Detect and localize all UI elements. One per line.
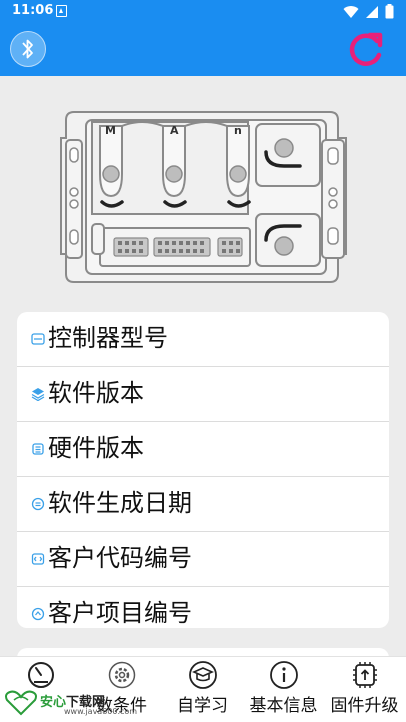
status-icons xyxy=(343,4,394,19)
port-label-m: M xyxy=(105,124,116,137)
watermark-url: www.java800.com xyxy=(64,707,138,716)
gear-icon xyxy=(108,661,136,689)
info-row-software-build-date[interactable]: 软件生成日期 xyxy=(17,477,389,532)
info-row-controller-model[interactable]: 控制器型号 xyxy=(17,312,389,367)
port-label-a: A xyxy=(170,124,179,137)
refresh-button[interactable] xyxy=(346,30,386,70)
hardware-icon xyxy=(32,443,44,455)
watermark-brand-green: 安心 xyxy=(40,695,67,710)
info-row-customer-project[interactable]: 客户项目编号 xyxy=(17,587,389,628)
info-row-software-version[interactable]: 软件版本 xyxy=(17,367,389,422)
model-icon xyxy=(31,333,45,345)
nav-item-firmware-upgrade[interactable]: 固件升级 xyxy=(324,657,405,722)
gauge-icon xyxy=(28,662,54,688)
date-icon xyxy=(31,497,45,511)
chip-upgrade-icon xyxy=(353,662,377,688)
port-label-n: n xyxy=(234,124,242,137)
watermark-logo xyxy=(5,690,37,716)
bluetooth-icon xyxy=(22,39,33,59)
watermark: 安心下载网 www.java800.com xyxy=(4,690,160,718)
info-row-label: 控制器型号 xyxy=(48,324,168,352)
info-row-customer-code[interactable]: 客户代码编号 xyxy=(17,532,389,587)
project-icon xyxy=(31,607,45,621)
info-icon xyxy=(270,661,298,689)
notification-icon xyxy=(56,5,67,17)
info-row-label: 软件版本 xyxy=(48,379,144,407)
battery-icon xyxy=(385,4,394,19)
graduation-cap-icon xyxy=(189,661,217,689)
info-row-label: 硬件版本 xyxy=(48,434,144,462)
info-row-label: 客户代码编号 xyxy=(48,544,192,572)
nav-label: 自学习 xyxy=(177,696,228,716)
status-time: 11:06 xyxy=(12,3,54,18)
nav-label: 基本信息 xyxy=(249,696,318,716)
layers-icon xyxy=(31,388,45,401)
nav-label: 固件升级 xyxy=(330,696,399,716)
status-bar: 11:06 xyxy=(0,0,406,24)
nav-item-basic-info[interactable]: 基本信息 xyxy=(243,657,324,722)
info-row-label: 软件生成日期 xyxy=(48,489,192,517)
info-row-label: 客户项目编号 xyxy=(48,599,192,627)
signal-icon xyxy=(366,5,378,18)
device-info-list: 控制器型号 软件版本 硬件版本 软件生成日期 客户代码编号 客户项目编号 xyxy=(17,312,389,628)
bluetooth-button[interactable] xyxy=(10,31,46,67)
app-bar xyxy=(0,24,406,76)
info-row-hardware-version[interactable]: 硬件版本 xyxy=(17,422,389,477)
code-icon xyxy=(31,553,45,565)
nav-item-self-learning[interactable]: 自学习 xyxy=(162,657,243,722)
refresh-icon xyxy=(349,32,383,66)
wifi-icon xyxy=(343,5,359,18)
controller-device-image: M A n xyxy=(60,111,347,283)
